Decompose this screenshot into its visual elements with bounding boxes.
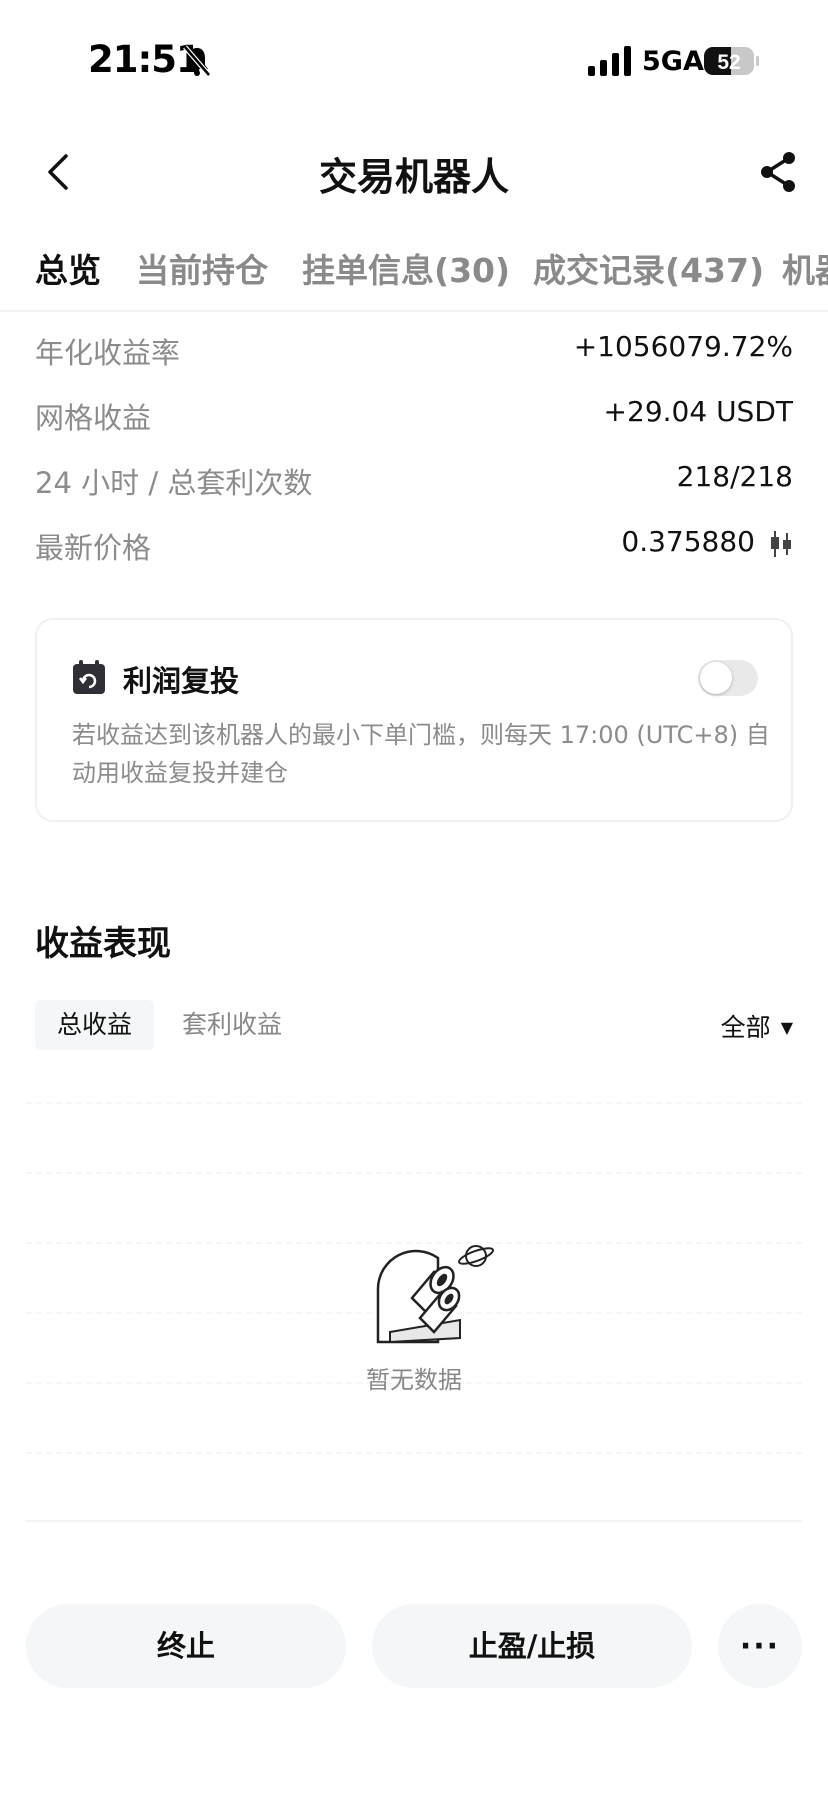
performance-title: 收益表现 (35, 924, 171, 964)
stat-arbitrage-count: 24 小时 / 总套利次数 218/218 (35, 460, 793, 500)
tab-open-orders[interactable]: 挂单信息(30) (302, 244, 510, 292)
tab-bar: 总览 当前持仓 挂单信息(30) 成交记录(437) 机器 (0, 236, 828, 312)
take-profit-stop-loss-button[interactable]: 止盈/止损 (372, 1604, 692, 1688)
profit-chart: 暂无数据 (26, 1102, 802, 1522)
gridline (26, 1172, 802, 1174)
binoculars-empty-icon (376, 1245, 495, 1344)
range-filter-label: 全部 (720, 1013, 771, 1042)
tab-overview[interactable]: 总览 (35, 244, 101, 292)
stat-value: +1056079.72% (573, 330, 793, 363)
stat-latest-price: 最新价格 0.375880 (35, 525, 793, 565)
tab-positions[interactable]: 当前持仓 (136, 244, 268, 292)
stat-value: +29.04 USDT (603, 395, 793, 428)
reinvest-card: 利润复投 若收益达到该机器人的最小下单门槛，则每天 17:00 (UTC+8) … (35, 618, 793, 822)
reinvest-title: 利润复投 (123, 664, 240, 698)
candlestick-icon[interactable] (769, 531, 793, 557)
gridline (26, 1452, 802, 1454)
reinvest-description: 若收益达到该机器人的最小下单门槛，则每天 17:00 (UTC+8) 自动用收益… (72, 721, 770, 787)
stat-label: 最新价格 (35, 531, 152, 565)
subtab-arbitrage-profit[interactable]: 套利收益 (160, 1000, 304, 1050)
stat-annualized-return: 年化收益率 +1056079.72% (35, 330, 793, 370)
bell-muted-icon (183, 45, 211, 77)
range-filter[interactable]: 全部 ▼ (721, 1008, 793, 1044)
stat-value: 218/218 (676, 460, 793, 493)
status-bar: 21:51 5GA 52 (0, 0, 828, 120)
empty-state-text: 暂无数据 (366, 1366, 462, 1394)
stat-label: 网格收益 (35, 401, 152, 435)
signal-icon (588, 46, 631, 76)
stat-label: 24 小时 / 总套利次数 (35, 466, 313, 500)
battery-icon: 52 (704, 47, 759, 75)
subtab-total-profit[interactable]: 总收益 (35, 1000, 155, 1050)
network-type: 5GA (642, 46, 704, 77)
gridline (26, 1102, 802, 1104)
tab-bot-info[interactable]: 机器 (782, 244, 828, 292)
reinvest-toggle[interactable] (698, 660, 758, 696)
more-icon: ··· (739, 1629, 781, 1664)
battery-level: 52 (717, 51, 740, 74)
more-button[interactable]: ··· (718, 1604, 802, 1688)
stop-button[interactable]: 终止 (26, 1604, 346, 1688)
nav-bar: 交易机器人 (0, 130, 828, 214)
calendar-refresh-icon (73, 660, 105, 694)
stat-grid-profit: 网格收益 +29.04 USDT (35, 395, 793, 435)
share-icon[interactable] (758, 150, 798, 194)
toggle-knob (700, 662, 732, 694)
stat-label: 年化收益率 (35, 336, 181, 370)
stat-value: 0.375880 (621, 525, 755, 558)
caret-down-icon: ▼ (780, 1018, 793, 1037)
page-title: 交易机器人 (318, 155, 509, 199)
tab-trade-history[interactable]: 成交记录(437) (533, 244, 764, 292)
